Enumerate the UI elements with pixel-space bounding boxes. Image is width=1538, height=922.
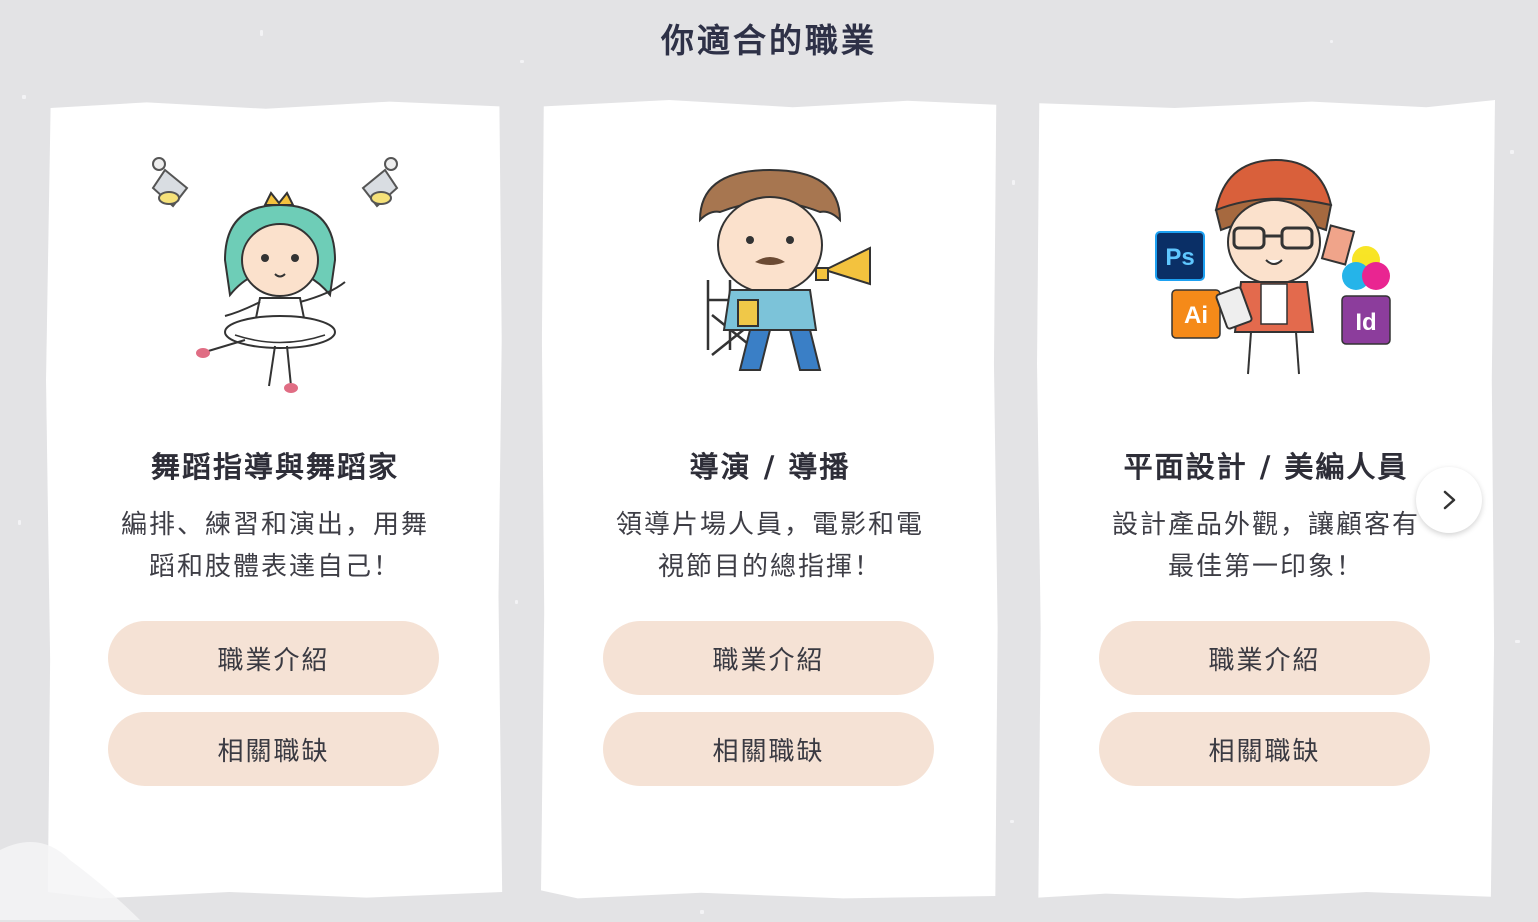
brush-stroke-decoration: [0, 842, 140, 920]
photoshop-icon: Ps: [1155, 231, 1205, 281]
career-intro-button[interactable]: 職業介紹: [108, 621, 439, 695]
card-description: 設計產品外觀，讓顧客有 最佳第一印象！: [1092, 504, 1440, 588]
career-card-director: 導演 / 導播 領導片場人員，電影和電 視節目的總指揮！ 職業介紹 相關職缺: [541, 100, 998, 899]
description-line: 視節目的總指揮！: [657, 552, 882, 582]
photoshop-icon-label: Ps: [1165, 244, 1194, 271]
spotlight-icon: [361, 157, 399, 208]
description-line: 設計產品外觀，讓顧客有: [1111, 510, 1420, 540]
indesign-icon-label: Id: [1355, 309, 1376, 336]
carousel-next-button[interactable]: [1416, 467, 1482, 533]
card-title: 導演 / 導播: [689, 450, 851, 484]
career-intro-button[interactable]: 職業介紹: [603, 621, 934, 695]
description-line: 最佳第一印象！: [1167, 552, 1364, 582]
card-title: 舞蹈指導與舞蹈家: [150, 450, 399, 484]
related-jobs-button[interactable]: 相關職缺: [108, 712, 439, 786]
designer-illustration: Ps Ai Id: [1037, 150, 1495, 410]
card-description: 編排、練習和演出，用舞 蹈和肢體表達自己！: [101, 504, 449, 588]
illustrator-icon: Ai: [1171, 289, 1221, 339]
megaphone-icon: [815, 246, 871, 286]
related-jobs-button[interactable]: 相關職缺: [1099, 712, 1430, 786]
career-card-dancer: 舞蹈指導與舞蹈家 編排、練習和演出，用舞 蹈和肢體表達自己！ 職業介紹 相關職缺: [46, 101, 503, 899]
spotlight-icon: [151, 157, 189, 208]
card-description: 領導片場人員，電影和電 視節目的總指揮！: [596, 504, 944, 588]
related-jobs-button[interactable]: 相關職缺: [603, 712, 934, 786]
director-illustration: [541, 150, 998, 410]
description-line: 編排、練習和演出，用舞: [120, 510, 429, 540]
page-title: 你適合的職業: [661, 21, 877, 60]
description-line: 領導片場人員，電影和電: [615, 510, 924, 540]
description-line: 蹈和肢體表達自己！: [148, 552, 401, 582]
career-intro-button[interactable]: 職業介紹: [1099, 621, 1430, 695]
illustrator-icon-label: Ai: [1184, 302, 1208, 329]
chevron-right-icon: [1443, 490, 1456, 510]
dancer-illustration: [46, 150, 502, 410]
indesign-icon: Id: [1341, 295, 1391, 345]
